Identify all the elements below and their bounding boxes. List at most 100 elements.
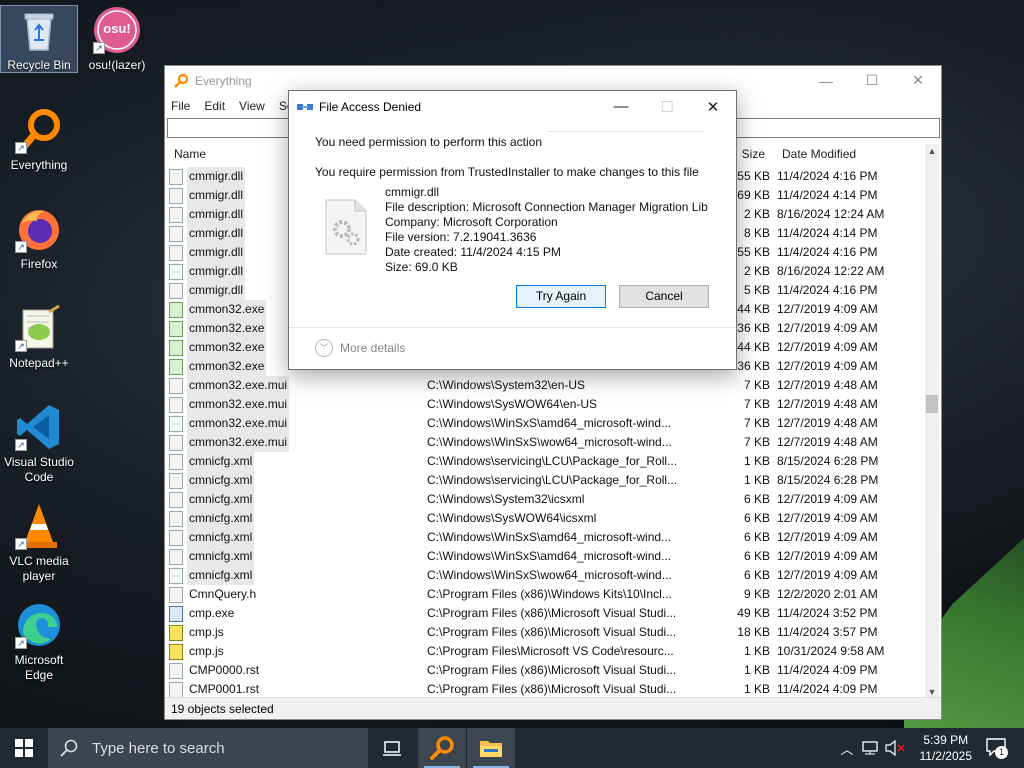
start-button[interactable] xyxy=(0,728,48,768)
system-file-icon xyxy=(325,199,367,255)
table-row[interactable]: cmnicfg.xml C:\Windows\WinSxS\wow64_micro… xyxy=(165,566,927,585)
file-size: 7 KB xyxy=(743,397,770,411)
desktop-icon-vlc[interactable]: ↗ VLC media player xyxy=(1,502,77,584)
file-size: 1 KB xyxy=(743,454,770,468)
cancel-button[interactable]: Cancel xyxy=(619,285,709,308)
table-row[interactable]: cmnicfg.xml C:\Windows\servicing\LCU\Pack… xyxy=(165,471,927,490)
table-row[interactable]: CmnQuery.h C:\Program Files (x86)\Windows… xyxy=(165,585,927,604)
executable-file-icon xyxy=(169,358,183,375)
desktop-icon-firefox[interactable]: ↗ Firefox xyxy=(1,205,77,272)
table-row[interactable]: CMP0000.rst C:\Program Files (x86)\Micros… xyxy=(165,661,927,680)
maximize-button[interactable]: ☐ xyxy=(849,66,895,95)
cell-name: cmmon32.exe xyxy=(169,319,267,338)
desktop-icon-vscode[interactable]: ↗ Visual Studio Code xyxy=(1,403,77,485)
file-details: cmmigr.dll File description: Microsoft C… xyxy=(385,185,708,275)
menu-edit[interactable]: Edit xyxy=(204,99,225,113)
network-icon[interactable] xyxy=(860,740,880,756)
file-name: cmp.js xyxy=(189,644,224,658)
table-row[interactable]: cmp.js C:\Program Files\Microsoft VS Code… xyxy=(165,642,927,661)
file-size: Size: 69.0 KB xyxy=(385,260,458,274)
file-name: cmnicfg.xml xyxy=(187,547,255,566)
file-date-modified: 12/7/2019 4:48 AM xyxy=(777,416,878,430)
table-row[interactable]: cmnicfg.xml C:\Windows\WinSxS\amd64_micro… xyxy=(165,547,927,566)
notification-count-badge: 1 xyxy=(995,746,1008,759)
desktop-icon-recycle-bin[interactable]: Recycle Bin xyxy=(0,5,78,73)
executable-file-icon xyxy=(169,339,183,356)
desktop-icon-edge[interactable]: ↗ Microsoft Edge xyxy=(1,601,77,683)
taskbar-everything[interactable] xyxy=(418,728,466,768)
file-date-created: Date created: 11/4/2024 4:15 PM xyxy=(385,245,561,259)
file-size: 6 KB xyxy=(743,568,770,582)
table-row[interactable]: cmp.exe C:\Program Files (x86)\Microsoft … xyxy=(165,604,927,623)
taskbar-file-explorer[interactable] xyxy=(467,728,515,768)
desktop-icon-osu[interactable]: osu! ↗ osu!(lazer) xyxy=(79,6,155,73)
table-row[interactable]: cmmon32.exe.mui C:\Windows\System32\en-US… xyxy=(165,376,927,395)
file-path: C:\Program Files (x86)\Microsoft Visual … xyxy=(427,606,677,620)
everything-window-title: Everything xyxy=(195,73,252,88)
table-row[interactable]: cmnicfg.xml C:\Windows\System32\icsxml 6 K… xyxy=(165,490,927,509)
file-company: Company: Microsoft Corporation xyxy=(385,215,558,229)
file-icon xyxy=(169,472,183,489)
file-name: cmp.exe xyxy=(189,606,235,620)
table-row[interactable]: cmmon32.exe.mui C:\Windows\WinSxS\amd64_m… xyxy=(165,414,927,433)
menu-file[interactable]: File xyxy=(171,99,190,113)
scrollbar-thumb[interactable] xyxy=(926,395,938,413)
table-row[interactable]: cmnicfg.xml C:\Windows\WinSxS\amd64_micro… xyxy=(165,528,927,547)
js-file-icon xyxy=(169,624,183,641)
table-row[interactable]: cmnicfg.xml C:\Windows\SysWOW64\icsxml 6 K… xyxy=(165,509,927,528)
file-date-modified: 12/7/2019 4:09 AM xyxy=(777,340,878,354)
task-view-button[interactable] xyxy=(368,728,416,768)
file-path: C:\Windows\WinSxS\amd64_microsoft-wind..… xyxy=(427,549,672,563)
try-again-button[interactable]: Try Again xyxy=(516,285,606,308)
file-size: 18 KB xyxy=(737,625,770,639)
table-row[interactable]: cmmon32.exe.mui C:\Windows\WinSxS\wow64_m… xyxy=(165,433,927,452)
desktop-icon-notepad-plus-plus[interactable]: ↗ Notepad++ xyxy=(1,304,77,371)
table-row[interactable]: cmp.js C:\Program Files (x86)\Microsoft V… xyxy=(165,623,927,642)
column-header-date[interactable]: Date Modified xyxy=(777,144,861,164)
file-path: C:\Windows\servicing\LCU\Package_for_Rol… xyxy=(427,454,677,468)
minimize-button[interactable]: — xyxy=(803,66,849,95)
dialog-minimize-button[interactable]: — xyxy=(598,91,644,122)
vertical-scrollbar[interactable]: ▲ ▼ xyxy=(925,144,939,699)
file-path: C:\Windows\servicing\LCU\Package_for_Rol… xyxy=(427,473,677,487)
scroll-up-arrow-icon[interactable]: ▲ xyxy=(925,144,939,158)
clock-date: 11/2/2025 xyxy=(919,749,973,763)
everything-app-icon xyxy=(174,73,189,88)
taskbar-search-box[interactable]: Type here to search xyxy=(48,728,368,768)
file-path: C:\Windows\WinSxS\amd64_microsoft-wind..… xyxy=(427,416,672,430)
table-row[interactable]: cmnicfg.xml C:\Windows\servicing\LCU\Pack… xyxy=(165,452,927,471)
js-file-icon xyxy=(169,643,183,660)
menu-view[interactable]: View xyxy=(239,99,265,113)
dialog-titlebar[interactable]: File Access Denied — ☐ ✕ xyxy=(289,91,736,122)
table-row[interactable]: cmmon32.exe.mui C:\Windows\SysWOW64\en-US… xyxy=(165,395,927,414)
file-name: cmmon32.exe xyxy=(187,319,267,338)
desktop-icon-everything[interactable]: ↗ Everything xyxy=(1,106,77,173)
shortcut-arrow-icon: ↗ xyxy=(15,439,27,451)
cell-name: cmmon32.exe.mui xyxy=(169,395,290,414)
column-header-name[interactable]: Name xyxy=(169,144,211,164)
taskbar-clock[interactable]: 5:39 PM 11/2/2025 xyxy=(920,732,973,764)
everything-magnifier-icon: ↗ xyxy=(15,106,63,154)
file-name: cmmigr.dll xyxy=(187,186,246,205)
chevron-down-icon: ﹀ xyxy=(315,339,333,357)
file-date-modified: 12/7/2019 4:09 AM xyxy=(777,568,878,582)
notification-center-button[interactable]: 1 xyxy=(986,738,1008,761)
file-name: cmnicfg.xml xyxy=(187,471,255,490)
more-details-toggle[interactable]: ﹀ More details xyxy=(315,339,405,357)
file-name: cmnicfg.xml xyxy=(187,509,255,528)
file-date-modified: 11/4/2024 4:14 PM xyxy=(777,226,878,240)
cell-name: cmmon32.exe xyxy=(169,338,267,357)
file-date-modified: 12/7/2019 4:09 AM xyxy=(777,549,878,563)
close-button[interactable]: ✕ xyxy=(895,66,941,95)
chevron-up-icon[interactable]: ︿ xyxy=(838,739,856,758)
divider xyxy=(549,131,704,132)
cell-name: cmp.js xyxy=(169,623,226,642)
file-name: cmmigr.dll xyxy=(187,243,246,262)
file-path: C:\Program Files (x86)\Microsoft Visual … xyxy=(427,625,677,639)
cell-name: cmmigr.dll xyxy=(169,281,246,300)
volume-muted-icon[interactable] xyxy=(884,740,906,756)
file-date-modified: 8/16/2024 12:22 AM xyxy=(777,264,885,278)
file-path: C:\Windows\WinSxS\wow64_microsoft-wind..… xyxy=(427,435,672,449)
file-name: cmmigr.dll xyxy=(187,281,246,300)
dialog-close-button[interactable]: ✕ xyxy=(690,91,736,122)
